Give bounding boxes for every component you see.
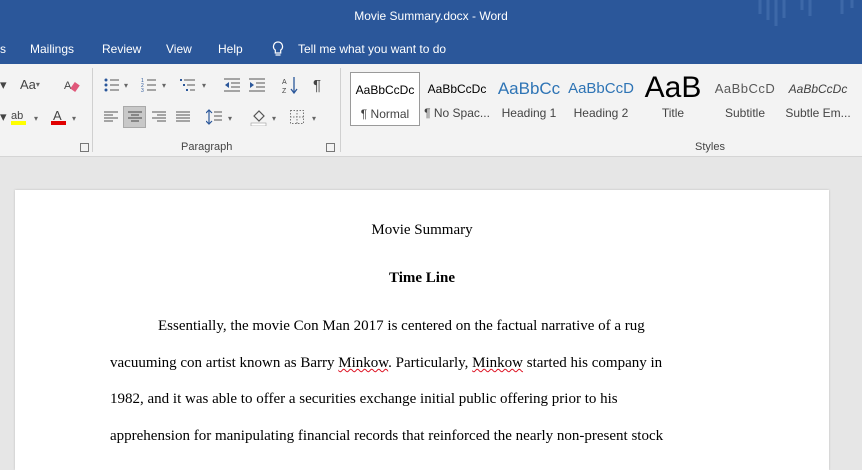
svg-text:ab: ab <box>11 110 23 122</box>
clear-formatting-icon[interactable]: A <box>64 77 80 93</box>
chevron-down-icon[interactable]: ▾ <box>162 81 166 90</box>
tab-references-partial[interactable]: s <box>0 42 6 56</box>
increase-indent-icon[interactable] <box>249 78 265 92</box>
svg-text:A: A <box>282 79 287 86</box>
align-left-icon[interactable] <box>104 111 118 123</box>
tab-view[interactable]: View <box>166 42 192 56</box>
paragraph-line-2: vacuuming con artist known as Barry Mink… <box>110 355 662 372</box>
style-no-spacing[interactable]: AaBbCcDc ¶ No Spac... <box>422 72 492 126</box>
chevron-down-icon[interactable]: ▾ <box>72 114 76 123</box>
style-preview: AaBbCcDc <box>355 83 415 97</box>
style-subtitle[interactable]: AaBbCcD Subtitle <box>710 72 780 126</box>
font-color-icon: A <box>51 108 66 125</box>
highlighter-icon: ab <box>11 110 26 125</box>
pilcrow-icon[interactable]: ¶ <box>313 78 321 94</box>
text-run: started his company in <box>523 355 663 371</box>
chevron-down-icon[interactable]: ▾ <box>124 81 128 90</box>
svg-text:A: A <box>64 80 72 92</box>
font-dialog-launcher[interactable] <box>80 143 89 152</box>
document-heading: Time Line <box>389 270 455 286</box>
tab-mailings[interactable]: Mailings <box>30 42 74 56</box>
style-label: Title <box>661 106 685 120</box>
chevron-down-icon[interactable]: ▾ <box>228 114 232 123</box>
change-case-label: Aa <box>20 77 36 92</box>
text-highlight-button[interactable]: ab <box>10 108 30 128</box>
style-title[interactable]: AaB Title <box>638 72 708 126</box>
style-label: ¶ No Spac... <box>424 106 490 120</box>
style-subtle-emphasis[interactable]: AaBbCcDc Subtle Em... <box>782 72 854 126</box>
bullets-icon[interactable] <box>104 78 120 92</box>
spelling-error-word[interactable]: Minkow <box>338 355 388 371</box>
paragraph-line-1: Essentially, the movie Con Man 2017 is c… <box>158 318 645 334</box>
style-normal[interactable]: AaBbCcDc ¶ Normal <box>350 72 420 126</box>
style-label: Subtle Em... <box>785 106 851 120</box>
spelling-error-word[interactable]: Minkow <box>472 355 523 371</box>
line-spacing-icon[interactable] <box>206 109 222 125</box>
styles-group-label: Styles <box>695 141 725 153</box>
font-color-button[interactable]: A <box>50 108 70 128</box>
tab-review[interactable]: Review <box>102 42 141 56</box>
paragraph-line-4: apprehension for manipulating financial … <box>110 428 664 444</box>
style-label: Subtitle <box>724 106 766 120</box>
align-right-icon[interactable] <box>152 111 166 123</box>
chevron-down-icon[interactable]: ▾ <box>312 114 316 123</box>
tell-me-search[interactable]: Tell me what you want to do <box>298 42 446 56</box>
justify-icon[interactable] <box>176 111 190 123</box>
chevron-down-icon[interactable]: ▾ <box>272 114 276 123</box>
sort-icon[interactable]: A Z <box>282 76 298 94</box>
text-run: . Particularly, <box>388 355 473 371</box>
style-label: Heading 1 <box>501 106 557 120</box>
style-heading-2[interactable]: AaBbCcD Heading 2 <box>566 72 636 126</box>
align-center-button[interactable] <box>123 106 146 128</box>
chevron-down-icon: ▾ <box>35 80 40 89</box>
shading-icon[interactable] <box>250 108 268 126</box>
style-preview: AaBbCcD <box>714 81 776 96</box>
title-bar-pattern <box>758 0 854 26</box>
style-label: ¶ Normal <box>360 107 410 121</box>
style-preview: AaBbCcDc <box>788 82 848 96</box>
paragraph-group-label: Paragraph <box>181 141 233 153</box>
multilevel-list-icon[interactable] <box>180 78 196 92</box>
lightbulb-icon[interactable] <box>272 41 284 57</box>
numbering-icon[interactable]: 123 <box>141 78 157 92</box>
style-preview: AaBbCcDc <box>427 82 487 96</box>
decrease-indent-icon[interactable] <box>224 78 240 92</box>
ribbon-tabs: s Mailings Review View Help Tell me what… <box>0 34 862 64</box>
title-bar: Movie Summary.docx - Word <box>0 0 862 34</box>
svg-text:A: A <box>53 108 62 123</box>
chevron-down-icon[interactable]: ▾ <box>202 81 206 90</box>
document-page[interactable]: Movie Summary Time Line Essentially, the… <box>15 190 829 470</box>
tab-help[interactable]: Help <box>218 42 243 56</box>
style-preview: AaBbCcD <box>568 80 634 97</box>
document-title: Movie Summary <box>371 222 473 238</box>
paragraph-line-3: 1982, and it was able to offer a securit… <box>110 391 618 407</box>
group-divider <box>340 68 341 152</box>
change-case-button[interactable]: Aa ▾ <box>20 77 40 93</box>
borders-icon[interactable] <box>290 110 304 124</box>
style-label: Heading 2 <box>573 106 629 120</box>
align-center-icon <box>128 111 142 122</box>
font-size-dropdown-partial[interactable]: ▾ <box>0 77 7 93</box>
group-divider <box>92 68 93 152</box>
style-preview: AaBbCc <box>497 79 561 98</box>
style-heading-1[interactable]: AaBbCc Heading 1 <box>494 72 564 126</box>
chevron-down-icon[interactable]: ▾ <box>34 114 38 123</box>
text-run: vacuuming con artist known as Barry <box>110 355 339 371</box>
style-preview: AaB <box>644 72 702 104</box>
text-effects-partial[interactable]: ▾ <box>0 109 7 125</box>
svg-text:3: 3 <box>141 88 144 92</box>
svg-text:Z: Z <box>282 88 287 94</box>
window-title: Movie Summary.docx - Word <box>354 9 508 23</box>
paragraph-dialog-launcher[interactable] <box>326 143 335 152</box>
